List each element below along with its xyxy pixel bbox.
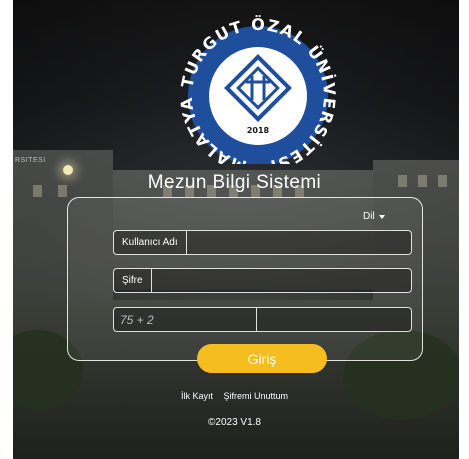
forgot-password-link[interactable]: Şifremi Unuttum	[224, 391, 289, 401]
footer-links: İlk Kayıt Şifremi Unuttum	[0, 391, 469, 401]
captcha-question: 75 + 2	[114, 308, 257, 331]
language-label: Dil	[363, 211, 375, 222]
username-label: Kullanıcı Adı	[114, 231, 187, 254]
captcha-field: 75 + 2	[113, 307, 412, 332]
language-dropdown[interactable]: Dil	[363, 211, 385, 222]
university-logo: MALATYA TURGUT ÖZAL ÜNİVERSİTESİ 2018	[173, 14, 343, 176]
password-label: Şifre	[114, 269, 152, 292]
building-sign: RSITESI	[15, 157, 46, 164]
username-input[interactable]	[186, 231, 411, 254]
logo-year: 2018	[247, 126, 270, 135]
captcha-input[interactable]	[257, 308, 411, 331]
university-seal-icon: MALATYA TURGUT ÖZAL ÜNİVERSİTESİ 2018	[177, 15, 338, 176]
password-input[interactable]	[151, 269, 411, 292]
app-title: Mezun Bilgi Sistemi	[147, 172, 322, 193]
password-field: Şifre	[113, 268, 412, 293]
register-link[interactable]: İlk Kayıt	[181, 391, 213, 401]
login-button[interactable]: Giriş	[197, 344, 327, 373]
copyright-text: ©2023 V1.8	[208, 417, 261, 428]
caret-down-icon	[378, 214, 385, 219]
username-field: Kullanıcı Adı	[113, 230, 412, 255]
